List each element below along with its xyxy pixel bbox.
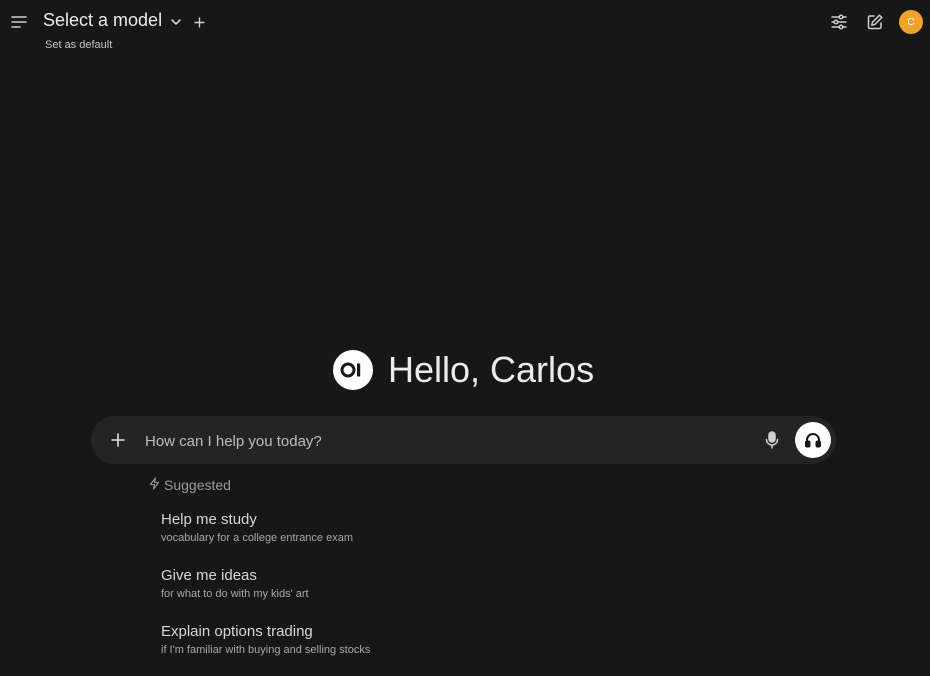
- suggestion-subtitle: vocabulary for a college entrance exam: [161, 532, 353, 544]
- suggestion-help-me-study[interactable]: Help me study vocabulary for a college e…: [161, 511, 353, 544]
- suggestion-give-me-ideas[interactable]: Give me ideas for what to do with my kid…: [161, 567, 309, 600]
- new-chat-icon[interactable]: [864, 11, 886, 33]
- set-as-default-link[interactable]: Set as default: [45, 39, 112, 51]
- greeting-heading: Hello, Carlos: [388, 349, 595, 390]
- suggestion-title: Give me ideas: [161, 567, 257, 584]
- model-selector[interactable]: Select a model: [43, 10, 162, 31]
- chevron-down-icon[interactable]: [168, 14, 184, 30]
- suggestion-subtitle: if I'm familiar with buying and selling …: [161, 644, 371, 656]
- suggested-heading: Suggested: [149, 477, 231, 493]
- attach-plus-icon[interactable]: [108, 430, 128, 450]
- sliders-icon[interactable]: [828, 11, 850, 33]
- bolt-icon: [149, 477, 160, 493]
- avatar[interactable]: C: [899, 10, 923, 34]
- suggestion-explain-options-trading[interactable]: Explain options trading if I'm familiar …: [161, 623, 370, 656]
- sidebar-toggle-icon[interactable]: [8, 11, 30, 33]
- headphones-icon[interactable]: [795, 422, 831, 458]
- openwebui-logo: [333, 350, 373, 390]
- suggestion-title: Help me study: [161, 511, 257, 528]
- microphone-icon[interactable]: [762, 430, 782, 450]
- suggested-label: Suggested: [164, 477, 231, 493]
- chat-input[interactable]: [143, 428, 747, 454]
- add-model-button[interactable]: [191, 14, 207, 30]
- suggestion-title: Explain options trading: [161, 623, 313, 640]
- chat-composer: [91, 416, 836, 464]
- suggestion-subtitle: for what to do with my kids' art: [161, 588, 309, 600]
